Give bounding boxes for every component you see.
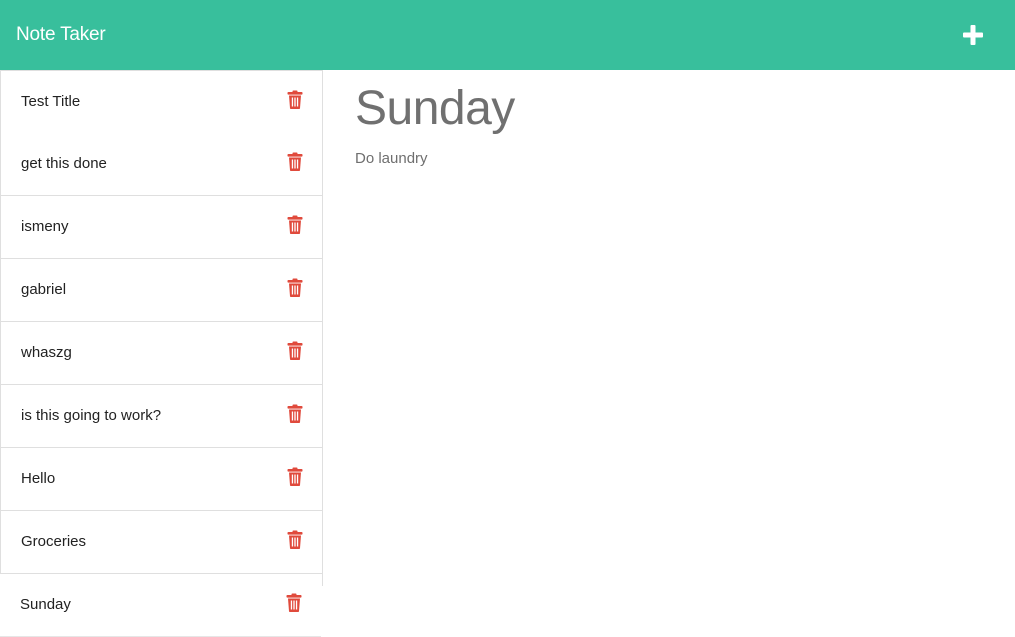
note-list-item[interactable]: Groceries xyxy=(0,511,323,574)
note-list-item[interactable]: ismeny xyxy=(0,196,323,259)
trash-icon xyxy=(287,278,303,297)
delete-note-button[interactable] xyxy=(287,341,303,360)
delete-note-button[interactable] xyxy=(287,530,303,549)
note-title-field[interactable]: Sunday xyxy=(355,80,515,138)
trash-icon xyxy=(287,215,303,234)
note-list-item[interactable]: gabriel xyxy=(0,259,323,322)
note-text-field[interactable]: Do laundry xyxy=(355,150,428,168)
trash-icon xyxy=(287,152,303,171)
trash-icon xyxy=(287,404,303,423)
note-title: Test Title xyxy=(21,93,81,110)
trash-icon xyxy=(287,530,303,549)
trash-icon xyxy=(287,90,303,109)
note-list-item[interactable]: Test Title xyxy=(0,70,323,134)
delete-note-button[interactable] xyxy=(287,404,303,423)
note-title: ismeny xyxy=(21,218,69,235)
delete-note-button[interactable] xyxy=(286,593,302,612)
trash-icon xyxy=(287,341,303,360)
new-note-button[interactable] xyxy=(960,22,986,48)
notes-sidebar: Test Title get this done ismeny gabriel … xyxy=(0,70,323,637)
note-list-item[interactable]: get this done xyxy=(0,133,323,196)
trash-icon xyxy=(286,593,302,612)
trash-icon xyxy=(287,467,303,486)
note-list-item[interactable]: whaszg xyxy=(0,322,323,385)
delete-note-button[interactable] xyxy=(287,90,303,109)
note-list-item-active[interactable]: Sunday xyxy=(0,574,321,637)
note-title: gabriel xyxy=(21,281,67,298)
app-brand[interactable]: Note Taker xyxy=(16,22,106,48)
note-list-item[interactable]: is this going to work? xyxy=(0,385,323,448)
delete-note-button[interactable] xyxy=(287,152,303,171)
navbar: Note Taker xyxy=(0,0,1015,70)
plus-icon xyxy=(963,25,983,45)
note-title: Sunday xyxy=(20,596,71,613)
note-title: Hello xyxy=(21,470,56,487)
delete-note-button[interactable] xyxy=(287,278,303,297)
note-title: Groceries xyxy=(21,533,87,550)
sidebar-divider xyxy=(322,70,323,586)
note-list-item[interactable]: Hello xyxy=(0,448,323,511)
delete-note-button[interactable] xyxy=(287,467,303,486)
note-title: is this going to work? xyxy=(21,407,162,424)
note-title: get this done xyxy=(21,155,107,172)
delete-note-button[interactable] xyxy=(287,215,303,234)
note-title: whaszg xyxy=(21,344,72,361)
